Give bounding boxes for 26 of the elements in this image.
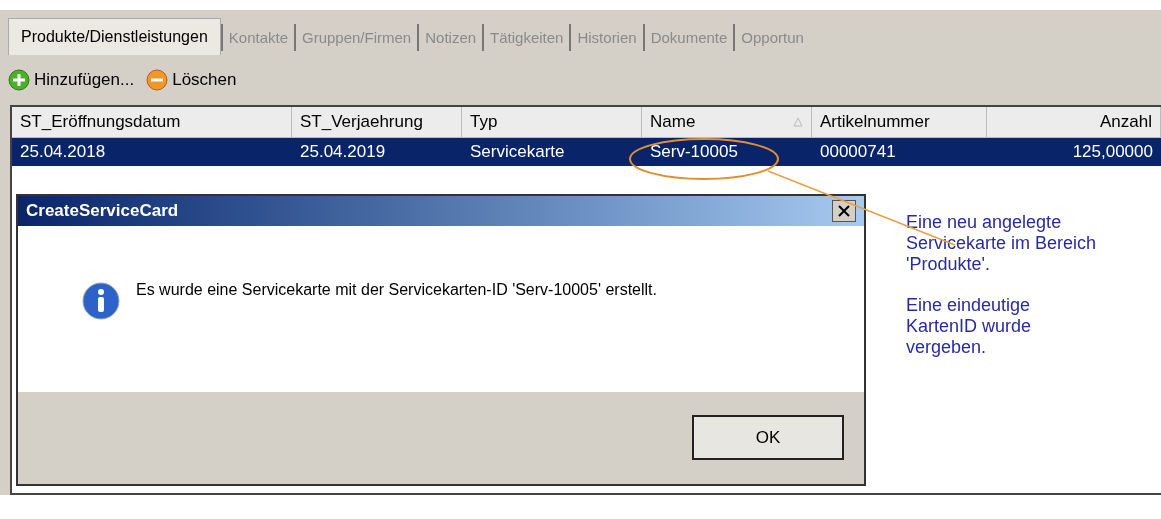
table-cell-text: 25.04.2018 — [19, 140, 107, 163]
column-header[interactable]: Artikelnummer — [812, 106, 987, 137]
ok-button[interactable]: OK — [692, 415, 844, 460]
table-cell-text: Serv-10005 — [649, 140, 739, 163]
column-header[interactable]: Name — [642, 106, 812, 137]
minus-icon — [146, 68, 169, 91]
delete-button[interactable]: Löschen — [146, 67, 237, 93]
table-cell-text: 00000741 — [819, 140, 897, 163]
dialog-title: CreateServiceCard — [26, 199, 179, 222]
close-button[interactable] — [832, 199, 856, 222]
tab[interactable]: Produkte/Dienstleistungen — [8, 18, 221, 55]
column-header[interactable]: ST_Eröffnungsdatum — [12, 106, 292, 137]
column-header[interactable]: Typ — [462, 106, 642, 137]
add-button[interactable]: Hinzufügen... — [8, 67, 135, 93]
close-icon — [838, 204, 850, 217]
table-cell-text: 125,00000 — [1071, 140, 1154, 163]
column-header[interactable]: ST_Verjaehrung — [292, 106, 462, 137]
table-cell-text: Servicekarte — [469, 140, 566, 163]
table-cell-text: 25.04.2019 — [299, 140, 387, 163]
annotation-text: Eine neu angelegte Servicekarte im Bereich 'Produkte'. — [906, 211, 1098, 275]
column-header[interactable]: Anzahl — [987, 106, 1161, 137]
info-icon — [82, 281, 120, 320]
dialog-message: Es wurde eine Servicekarte mit der Servicekarten-ID 'Serv-10005' erstellt. — [136, 279, 658, 300]
table-row[interactable]: 25.04.2018 25.04.2019 Servicekarte Serv-10005 00000741 125,00000 — [12, 137, 1161, 166]
annotation-text: Eine eindeutige KartenID wurde vergeben. — [906, 294, 1033, 358]
plus-icon — [8, 68, 30, 91]
